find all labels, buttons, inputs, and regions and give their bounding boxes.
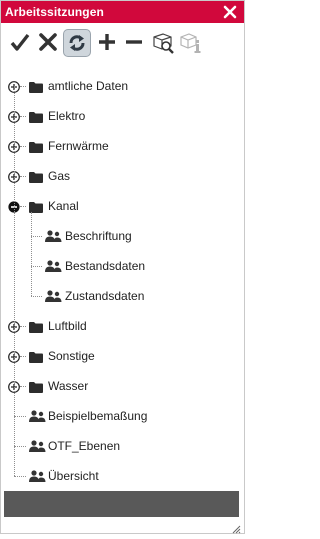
folder-icon <box>29 380 43 398</box>
session-tree: amtliche Daten Elektro Fernwärme Gas Kanal Be… <box>1 65 244 489</box>
minus-icon <box>126 40 142 44</box>
footer-bar <box>4 491 239 517</box>
tree-node-label: Sonstige <box>48 349 95 363</box>
tree-folder-amtliche-daten[interactable]: amtliche Daten <box>1 75 221 97</box>
tree-node-label: Gas <box>48 169 71 183</box>
folder-icon <box>29 170 43 188</box>
zoom-to-extent-button[interactable] <box>149 29 175 57</box>
title-bar[interactable]: Arbeitssitzungen <box>1 1 244 23</box>
tree-node-label: amtliche Daten <box>48 79 129 93</box>
tree-guide-line <box>14 416 26 417</box>
remove-button[interactable] <box>121 29 147 57</box>
sessions-panel: Arbeitssitzungen amtliche Daten Elektro … <box>0 0 245 534</box>
panel-title: Arbeitssitzungen <box>5 5 104 19</box>
tree-guide-line <box>14 86 15 476</box>
tree-folder-luftbild[interactable]: Luftbild <box>1 315 221 337</box>
layer-info-icon <box>180 33 201 53</box>
tree-guide-line <box>20 326 26 327</box>
tree-node-label: Zustandsdaten <box>65 289 145 303</box>
tree-node-label: Elektro <box>48 109 86 123</box>
tree-guide-line <box>31 266 42 267</box>
session-users-icon <box>29 439 46 457</box>
session-users-icon <box>45 289 62 307</box>
tree-session-beispielbemaßung[interactable]: Beispielbemaßung <box>1 405 221 427</box>
tree-session-übersicht[interactable]: Übersicht <box>1 465 221 487</box>
tree-guide-line <box>20 176 26 177</box>
tree-guide-line <box>31 212 32 296</box>
tree-node-label: Beispielbemaßung <box>48 409 148 423</box>
folder-icon <box>29 80 43 98</box>
session-users-icon <box>29 469 46 487</box>
tree-node-label: Wasser <box>48 379 89 393</box>
tree-node-label: OTF_Ebenen <box>48 439 121 453</box>
add-button[interactable] <box>94 29 120 57</box>
tree-guide-line <box>20 86 26 87</box>
folder-icon <box>29 140 43 158</box>
check-icon <box>10 33 30 51</box>
tree-guide-line <box>14 446 26 447</box>
tree-guide-line <box>31 296 42 297</box>
tree-node-label: Beschriftung <box>65 229 132 243</box>
tree-guide-line <box>20 206 26 207</box>
tree-node-label: Kanal <box>48 199 79 213</box>
close-icon <box>223 5 237 19</box>
resize-grip-icon <box>232 525 241 534</box>
folder-icon <box>29 110 43 128</box>
tree-folder-fernwärme[interactable]: Fernwärme <box>1 135 221 157</box>
tree-folder-gas[interactable]: Gas <box>1 165 221 187</box>
layer-info-button[interactable] <box>177 29 203 57</box>
session-users-icon <box>45 259 62 277</box>
zoom-to-extent-icon <box>153 33 174 54</box>
tree-node-label: Luftbild <box>48 319 87 333</box>
tree-node-label: Fernwärme <box>48 139 109 153</box>
resize-handle[interactable] <box>232 521 241 534</box>
close-button[interactable] <box>222 4 238 20</box>
refresh-button[interactable] <box>63 29 91 57</box>
reject-button[interactable] <box>35 29 61 57</box>
plus-icon <box>99 34 115 50</box>
session-users-icon <box>45 229 62 247</box>
tree-guide-line <box>14 476 26 477</box>
tree-folder-sonstige[interactable]: Sonstige <box>1 345 221 367</box>
accept-button[interactable] <box>7 29 33 57</box>
tree-folder-kanal[interactable]: Kanal <box>1 195 221 217</box>
folder-icon <box>29 320 43 338</box>
toolbar <box>1 27 244 59</box>
refresh-icon <box>69 35 85 51</box>
session-users-icon <box>29 409 46 427</box>
tree-guide-line <box>20 386 26 387</box>
cross-icon <box>39 33 57 51</box>
tree-folder-elektro[interactable]: Elektro <box>1 105 221 127</box>
tree-node-label: Bestandsdaten <box>65 259 146 273</box>
tree-folder-wasser[interactable]: Wasser <box>1 375 221 397</box>
folder-icon <box>29 350 43 368</box>
tree-session-otf-ebenen[interactable]: OTF_Ebenen <box>1 435 221 457</box>
tree-guide-line <box>20 116 26 117</box>
tree-guide-line <box>20 356 26 357</box>
tree-guide-line <box>31 236 42 237</box>
tree-node-label: Übersicht <box>48 469 99 483</box>
tree-guide-line <box>20 146 26 147</box>
